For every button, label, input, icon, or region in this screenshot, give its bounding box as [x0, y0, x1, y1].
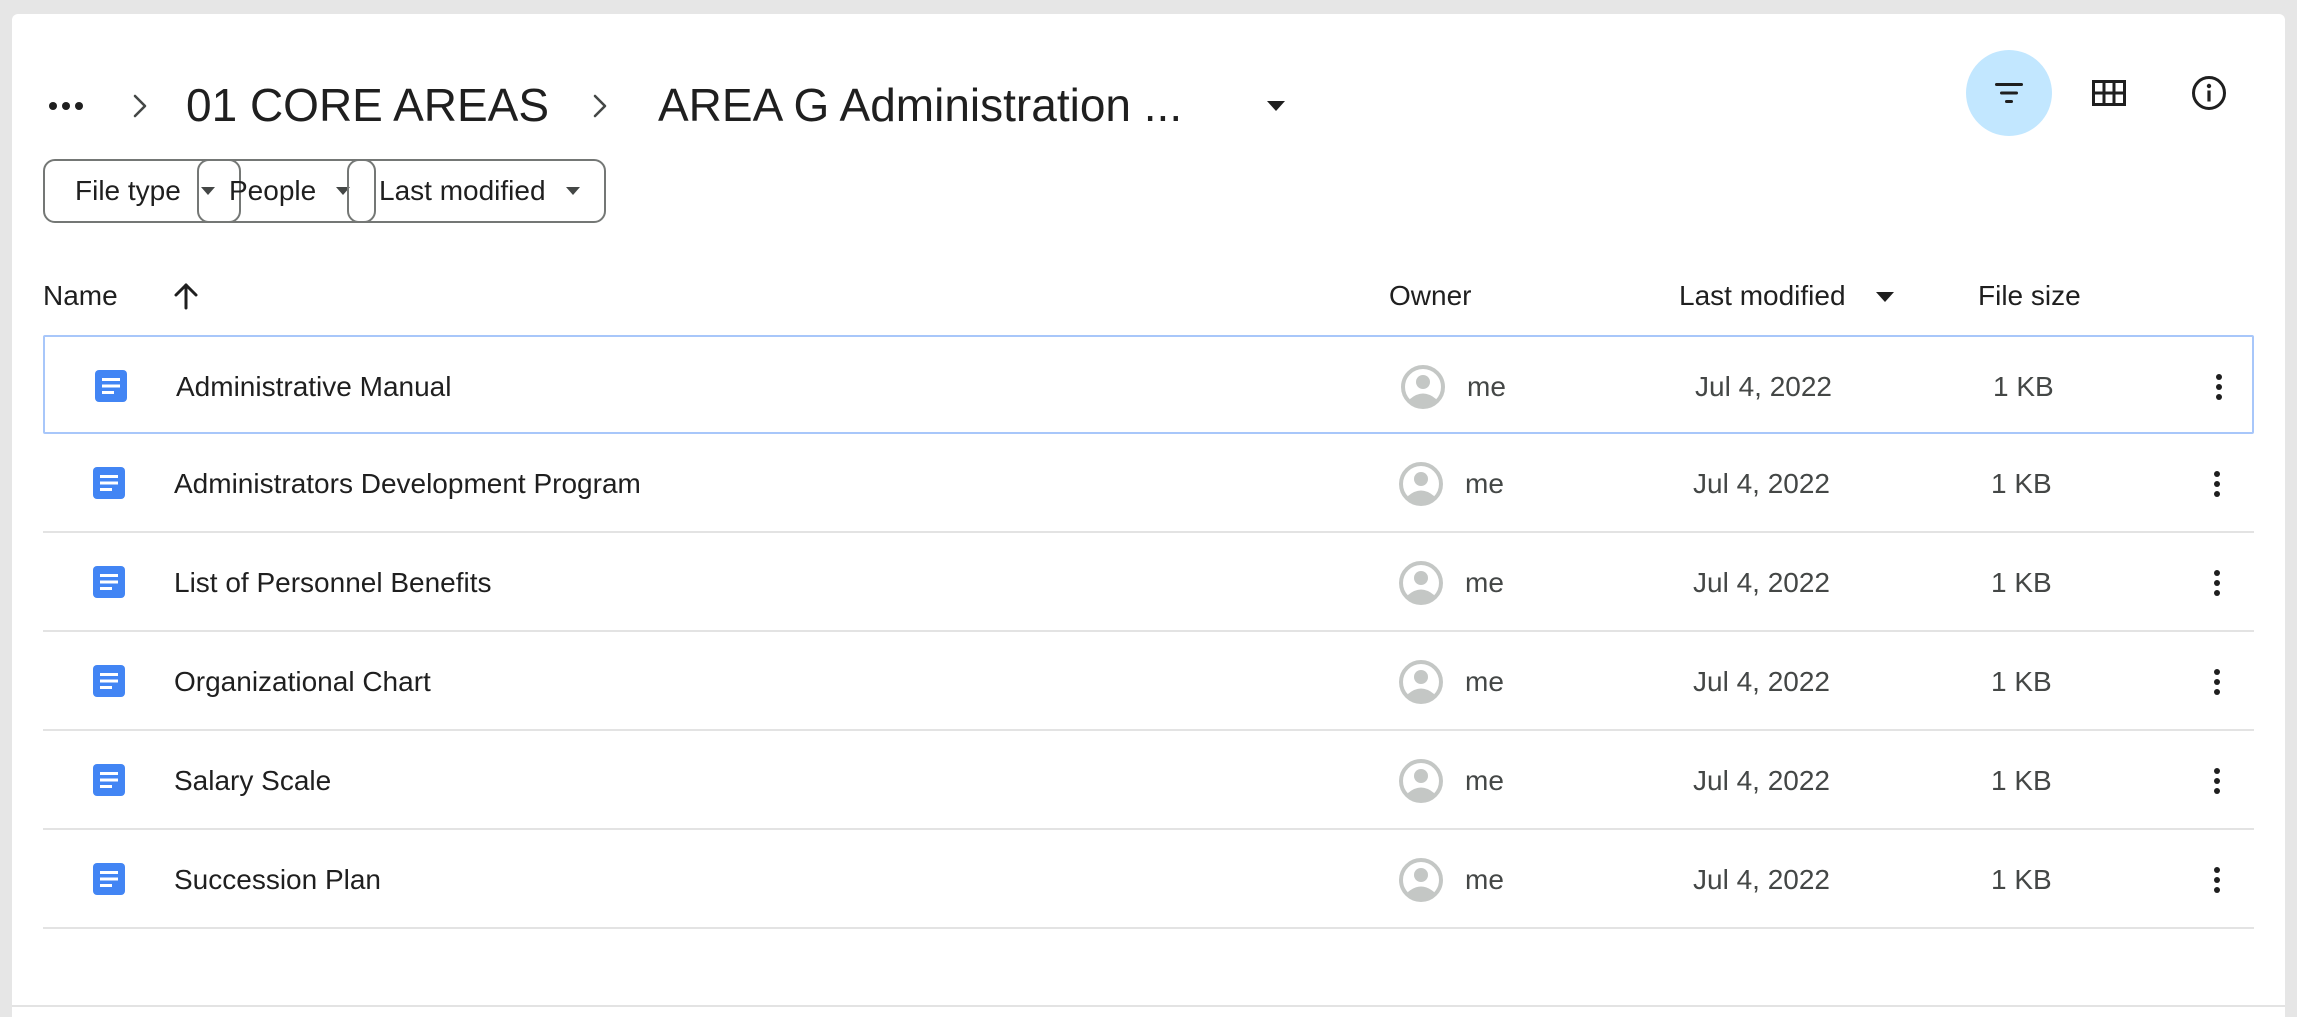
file-size: 1 KB: [1993, 371, 2054, 402]
file-last-modified: Jul 4, 2022: [1695, 371, 1832, 402]
user-avatar-icon: [1399, 660, 1443, 704]
file-name[interactable]: List of Personnel Benefits: [174, 563, 492, 603]
more-vertical-icon: [2214, 768, 2220, 794]
file-row[interactable]: Administrators Development Program me Ju…: [43, 434, 2254, 533]
more-actions-button[interactable]: [2195, 363, 2243, 411]
file-row[interactable]: Succession Plan me Jul 4, 2022 1 KB: [43, 830, 2254, 929]
more-actions-button[interactable]: [2193, 856, 2241, 904]
google-docs-icon: [93, 764, 125, 796]
more-vertical-icon: [2214, 471, 2220, 497]
more-vertical-icon: [2214, 570, 2220, 596]
google-docs-icon: [93, 863, 125, 895]
file-size: 1 KB: [1991, 765, 2052, 796]
caret-down-icon: [565, 187, 580, 195]
caret-down-icon[interactable]: [1874, 286, 1896, 308]
chip-label: Last modified: [379, 175, 546, 206]
column-header-owner[interactable]: Owner: [1389, 276, 1471, 316]
file-last-modified: Jul 4, 2022: [1693, 765, 1830, 796]
file-size: 1 KB: [1991, 666, 2052, 697]
google-docs-icon: [95, 370, 127, 402]
file-size: 1 KB: [1991, 468, 2052, 499]
more-horizontal-icon: [49, 102, 83, 110]
file-owner: me: [1465, 567, 1504, 598]
user-avatar-icon: [1399, 561, 1443, 605]
file-row[interactable]: List of Personnel Benefits me Jul 4, 202…: [43, 533, 2254, 632]
file-owner: me: [1467, 371, 1506, 402]
file-size: 1 KB: [1991, 864, 2052, 895]
file-list: Administrative Manual me Jul 4, 2022 1 K…: [43, 335, 2254, 929]
breadcrumb-more-button[interactable]: [36, 82, 96, 130]
file-last-modified: Jul 4, 2022: [1693, 666, 1830, 697]
filter-button[interactable]: [1966, 50, 2052, 136]
column-header-name[interactable]: Name: [43, 276, 118, 316]
grid-view-button[interactable]: [2066, 50, 2152, 136]
file-name[interactable]: Organizational Chart: [174, 662, 431, 702]
google-docs-icon: [93, 566, 125, 598]
file-owner: me: [1465, 666, 1504, 697]
divider: [12, 1005, 2285, 1007]
more-vertical-icon: [2216, 374, 2222, 400]
more-actions-button[interactable]: [2193, 658, 2241, 706]
more-actions-button[interactable]: [2193, 757, 2241, 805]
google-docs-icon: [93, 467, 125, 499]
chevron-right-icon: [128, 84, 152, 128]
filter-icon: [1995, 83, 2023, 103]
file-owner: me: [1465, 468, 1504, 499]
last-modified-filter-chip[interactable]: Last modified: [347, 159, 606, 223]
chip-label: People: [229, 175, 317, 206]
file-last-modified: Jul 4, 2022: [1693, 468, 1830, 499]
google-docs-icon: [93, 665, 125, 697]
file-last-modified: Jul 4, 2022: [1693, 864, 1830, 895]
file-name[interactable]: Administrative Manual: [176, 367, 451, 407]
user-avatar-icon: [1399, 858, 1443, 902]
details-button[interactable]: [2166, 50, 2252, 136]
more-actions-button[interactable]: [2193, 460, 2241, 508]
column-header-file-size[interactable]: File size: [1978, 276, 2081, 316]
grid-view-icon: [2092, 80, 2126, 106]
chip-label: File type: [75, 175, 181, 206]
folder-menu-button[interactable]: [1258, 88, 1294, 124]
file-size: 1 KB: [1991, 567, 2052, 598]
breadcrumb-current-folder[interactable]: AREA G Administration ...: [658, 76, 1182, 134]
more-actions-button[interactable]: [2193, 559, 2241, 607]
file-row[interactable]: Organizational Chart me Jul 4, 2022 1 KB: [43, 632, 2254, 731]
file-row[interactable]: Salary Scale me Jul 4, 2022 1 KB: [43, 731, 2254, 830]
arrow-up-icon[interactable]: [170, 280, 202, 312]
chevron-right-icon: [588, 84, 612, 128]
file-last-modified: Jul 4, 2022: [1693, 567, 1830, 598]
user-avatar-icon: [1399, 759, 1443, 803]
more-vertical-icon: [2214, 669, 2220, 695]
user-avatar-icon: [1401, 365, 1445, 409]
file-owner: me: [1465, 864, 1504, 895]
breadcrumb-item-core-areas[interactable]: 01 CORE AREAS: [186, 76, 549, 134]
file-name[interactable]: Salary Scale: [174, 761, 331, 801]
user-avatar-icon: [1399, 462, 1443, 506]
column-header-last-modified[interactable]: Last modified: [1679, 276, 1846, 316]
file-owner: me: [1465, 765, 1504, 796]
folder-header: 01 CORE AREAS AREA G Administration ...: [12, 14, 2285, 174]
file-name[interactable]: Succession Plan: [174, 860, 381, 900]
file-row[interactable]: Administrative Manual me Jul 4, 2022 1 K…: [43, 335, 2254, 434]
info-icon: [2192, 76, 2226, 110]
more-vertical-icon: [2214, 867, 2220, 893]
drive-panel: 01 CORE AREAS AREA G Administration ...: [12, 14, 2285, 1017]
caret-down-icon: [1267, 101, 1285, 111]
file-name[interactable]: Administrators Development Program: [174, 464, 641, 504]
